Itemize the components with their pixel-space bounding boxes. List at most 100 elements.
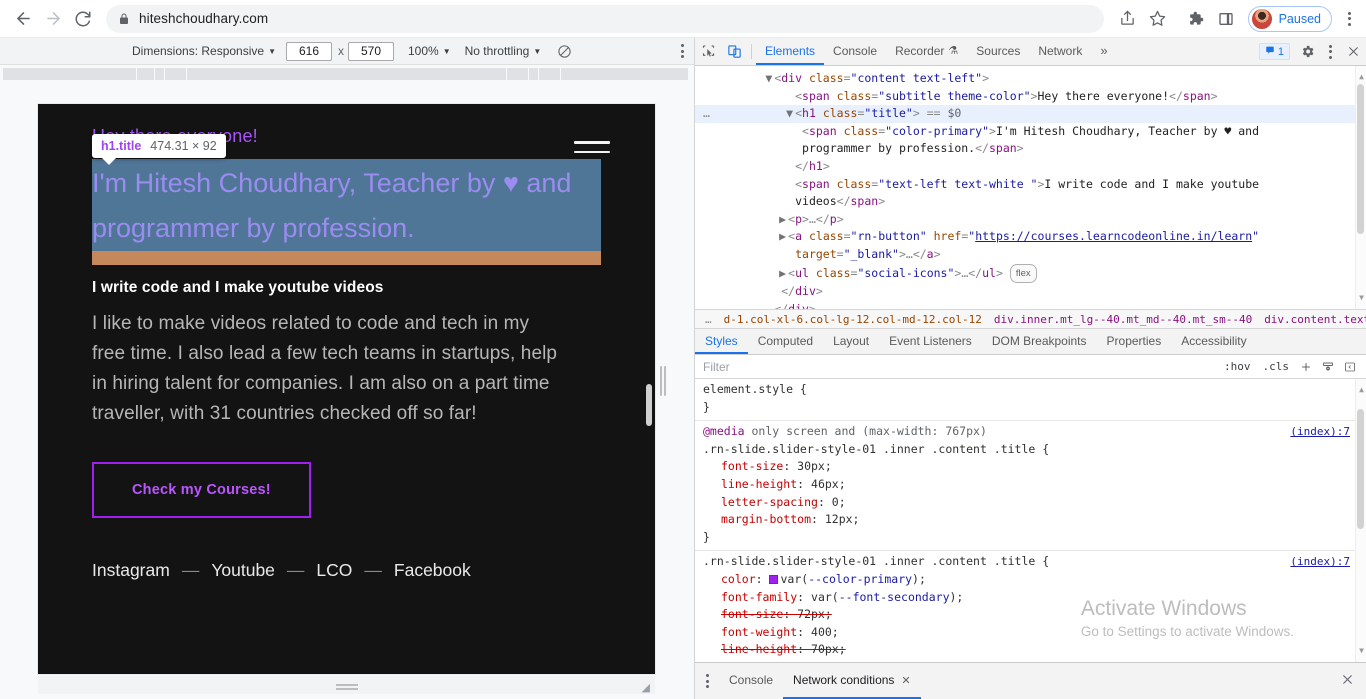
- dom-tree-line[interactable]: ▶ <ul class="social-icons">…</ul> flex: [695, 263, 1366, 284]
- element-state-icon[interactable]: [1317, 361, 1339, 373]
- chevron-right-icon[interactable]: ▶: [779, 265, 788, 283]
- css-rule-source[interactable]: (index):7: [1290, 553, 1350, 571]
- device-toolbar-more-icon[interactable]: [681, 44, 684, 58]
- dom-tree-line[interactable]: <span class="subtitle theme-color">Hey t…: [695, 88, 1366, 106]
- viewport-resize-handle-bottom[interactable]: ◢: [38, 676, 655, 694]
- no-cache-icon[interactable]: [557, 44, 572, 59]
- address-bar-url[interactable]: hiteshchoudhary.com: [139, 11, 268, 26]
- css-declaration[interactable]: line-height: 46px;: [703, 476, 1358, 494]
- dom-tree-line[interactable]: </div>: [695, 301, 1366, 309]
- gear-icon[interactable]: [1294, 38, 1320, 65]
- css-selector[interactable]: .rn-slide.slider-style-01 .inner .conten…: [703, 553, 1358, 571]
- css-declaration[interactable]: line-height: 70px;: [703, 641, 1358, 659]
- share-icon[interactable]: [1114, 5, 1142, 33]
- dom-tree-line[interactable]: ▶ <a class="rn-button" href="https://cour…: [695, 228, 1366, 246]
- social-link-lco[interactable]: LCO: [316, 560, 352, 581]
- css-rule-source[interactable]: (index):7: [1290, 423, 1350, 441]
- css-rule[interactable]: (index):7 @media only screen and (max-wid…: [695, 421, 1366, 552]
- close-icon[interactable]: ✕: [901, 674, 910, 687]
- tab-elements[interactable]: Elements: [756, 38, 825, 65]
- css-selector[interactable]: element.style {: [703, 381, 1358, 399]
- viewport-resize-handle-right[interactable]: [659, 361, 667, 401]
- dom-tree-line[interactable]: programmer by profession.</span>: [695, 140, 1366, 158]
- drawer-tab-network-conditions[interactable]: Network conditions ✕: [783, 663, 921, 699]
- css-declaration[interactable]: color: var(--color-primary);: [703, 571, 1358, 589]
- breadcrumb-item[interactable]: div.content.text-left: [1258, 313, 1366, 326]
- dom-tree-line[interactable]: … ▼ <h1 class="title"> == $0: [695, 105, 1366, 123]
- css-declaration[interactable]: letter-spacing: 0;: [703, 494, 1358, 512]
- hov-button[interactable]: :hov: [1218, 360, 1257, 373]
- sidebar-tab-dom-breakpoints[interactable]: DOM Breakpoints: [982, 329, 1097, 354]
- social-link-instagram[interactable]: Instagram: [92, 560, 170, 581]
- back-icon[interactable]: [8, 4, 38, 34]
- breadcrumb[interactable]: … d-1.col-xl-6.col-lg-12.col-md-12.col-12…: [695, 309, 1366, 329]
- sidebar-tab-accessibility[interactable]: Accessibility: [1171, 329, 1256, 354]
- dom-tree-line[interactable]: <span class="color-primary">I'm Hitesh C…: [695, 123, 1366, 141]
- dimensions-dropdown[interactable]: Dimensions: Responsive ▼: [132, 44, 276, 58]
- scroll-down-icon[interactable]: ▼: [1359, 289, 1364, 307]
- dom-tree-scrollbar[interactable]: ▲ ▼: [1355, 66, 1366, 309]
- tab-sources[interactable]: Sources: [967, 38, 1029, 65]
- css-selector[interactable]: .rn-slide.slider-style-01 .inner .conten…: [703, 441, 1358, 459]
- dom-tree-line[interactable]: <span class="text-left text-white ">I wr…: [695, 176, 1366, 194]
- address-bar[interactable]: hiteshchoudhary.com: [106, 4, 1104, 33]
- check-my-courses-button[interactable]: Check my Courses!: [92, 462, 311, 518]
- close-icon[interactable]: [1340, 38, 1366, 65]
- chevron-down-icon[interactable]: ▼: [765, 70, 774, 88]
- dom-tree-line[interactable]: </h1>: [695, 158, 1366, 176]
- dom-tree-line[interactable]: </div>: [695, 283, 1366, 301]
- scroll-up-icon[interactable]: ▲: [1359, 68, 1364, 86]
- zoom-dropdown[interactable]: 100% ▼: [408, 44, 451, 58]
- dom-line-gutter[interactable]: …: [703, 106, 710, 120]
- tab-recorder[interactable]: Recorder ⚗: [886, 38, 967, 65]
- scroll-down-icon[interactable]: ▼: [1359, 642, 1364, 660]
- social-link-youtube[interactable]: Youtube: [211, 560, 275, 581]
- page-scrollbar[interactable]: [646, 384, 652, 426]
- sidebar-tab-layout[interactable]: Layout: [823, 329, 879, 354]
- css-rule[interactable]: (index):7 .rn-slide.slider-style-01 .inne…: [695, 551, 1366, 662]
- breadcrumb-item[interactable]: div.inner.mt_lg--40.mt_md--40.mt_sm--40: [988, 313, 1258, 326]
- scroll-up-icon[interactable]: ▲: [1359, 381, 1364, 399]
- drawer-more-icon[interactable]: [695, 674, 719, 688]
- chevron-right-icon[interactable]: ▶: [779, 211, 788, 229]
- css-declaration[interactable]: font-size: 72px;: [703, 606, 1358, 624]
- device-toolbar-icon[interactable]: [721, 38, 747, 65]
- drawer-tab-console[interactable]: Console: [719, 663, 783, 699]
- reload-icon[interactable]: [68, 4, 98, 34]
- css-declaration[interactable]: margin-bottom: 12px;: [703, 511, 1358, 529]
- profile-chip[interactable]: Paused: [1247, 5, 1332, 32]
- chevron-right-icon[interactable]: ▶: [779, 228, 788, 246]
- puzzle-piece-icon[interactable]: [1182, 5, 1210, 33]
- chevron-double-right-icon[interactable]: »: [1091, 38, 1116, 65]
- star-icon[interactable]: [1144, 5, 1172, 33]
- color-swatch[interactable]: [769, 574, 779, 584]
- tab-network[interactable]: Network: [1029, 38, 1091, 65]
- issues-badge[interactable]: 1: [1258, 43, 1290, 60]
- dom-tree[interactable]: ▼ <div class="content text-left"> <span c…: [695, 66, 1366, 309]
- css-declaration[interactable]: letter-spacing: -.25px;: [703, 659, 1358, 662]
- throttling-dropdown[interactable]: No throttling ▼: [465, 44, 542, 58]
- hamburger-menu-icon[interactable]: [574, 141, 610, 153]
- breadcrumb-item[interactable]: d-1.col-xl-6.col-lg-12.col-md-12.col-12: [718, 313, 988, 326]
- side-panel-icon[interactable]: [1212, 5, 1240, 33]
- css-declaration[interactable]: font-weight: 400;: [703, 624, 1358, 642]
- sidebar-tab-styles[interactable]: Styles: [695, 329, 748, 354]
- dom-tree-line[interactable]: ▼ <div class="content text-left">: [695, 70, 1366, 88]
- dom-tree-line[interactable]: target="_blank">…</a>: [695, 246, 1366, 264]
- toggle-sidebar-icon[interactable]: [1339, 361, 1366, 373]
- social-link-facebook[interactable]: Facebook: [394, 560, 471, 581]
- viewport-resize-corner-icon[interactable]: ◢: [642, 681, 650, 694]
- styles-scrollbar[interactable]: ▲ ▼: [1355, 379, 1366, 662]
- css-rule[interactable]: element.style {}: [695, 379, 1366, 422]
- styles-pane[interactable]: element.style {} (index):7 @media only scr…: [695, 379, 1366, 662]
- sidebar-tab-event-listeners[interactable]: Event Listeners: [879, 329, 982, 354]
- height-input[interactable]: 570: [347, 41, 394, 61]
- chevron-down-icon[interactable]: ▼: [786, 105, 795, 123]
- sidebar-tab-properties[interactable]: Properties: [1097, 329, 1172, 354]
- tab-console[interactable]: Console: [824, 38, 886, 65]
- drawer-close-icon[interactable]: [1329, 673, 1366, 689]
- forward-icon[interactable]: [38, 4, 68, 34]
- breadcrumb-item[interactable]: …: [699, 313, 718, 326]
- inspect-element-icon[interactable]: [695, 38, 721, 65]
- sidebar-tab-computed[interactable]: Computed: [748, 329, 823, 354]
